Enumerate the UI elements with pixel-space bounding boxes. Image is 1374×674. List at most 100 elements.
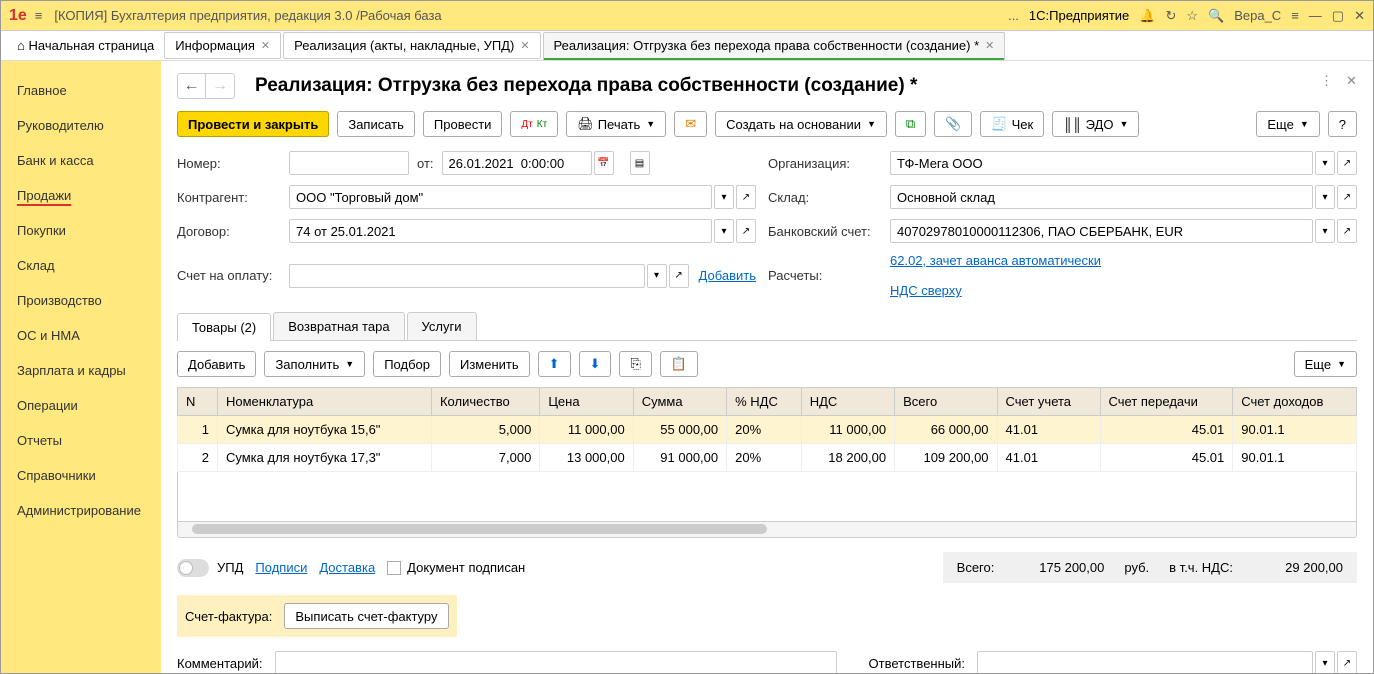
dtkt-button[interactable]: ДтКт — [510, 111, 558, 137]
sidebar-item-reports[interactable]: Отчеты — [1, 423, 161, 458]
calc-link[interactable]: 62.02, зачет аванса автоматически — [890, 253, 1101, 268]
vat-link[interactable]: НДС сверху — [890, 283, 962, 298]
structure-button[interactable]: ⧉ — [895, 111, 926, 137]
nav-back-icon[interactable]: ← — [178, 74, 206, 98]
history-icon[interactable]: ↻ — [1165, 8, 1176, 24]
col-sum[interactable]: Сумма — [633, 388, 726, 416]
calendar-icon[interactable]: 📅 — [594, 151, 614, 175]
sidebar-item-production[interactable]: Производство — [1, 283, 161, 318]
close-tab-icon[interactable]: ✕ — [985, 39, 994, 52]
paste-icon[interactable]: 📋 — [660, 351, 698, 377]
search-icon[interactable]: 🔍 — [1208, 8, 1224, 24]
list-icon[interactable]: ▤ — [630, 151, 650, 175]
contract-field[interactable] — [289, 219, 712, 243]
print-button[interactable]: 🖨Печать▼ — [566, 111, 666, 137]
main-menu-icon[interactable]: ≡ — [35, 8, 43, 23]
doc-signed-checkbox[interactable] — [387, 561, 401, 575]
sidebar-item-sales[interactable]: Продажи — [1, 178, 161, 213]
col-vat[interactable]: НДС — [801, 388, 894, 416]
upd-toggle[interactable] — [177, 559, 209, 577]
sidebar-item-manager[interactable]: Руководителю — [1, 108, 161, 143]
bell-icon[interactable]: 🔔 — [1139, 8, 1155, 24]
sidebar-item-main[interactable]: Главное — [1, 73, 161, 108]
sidebar-item-os[interactable]: ОС и НМА — [1, 318, 161, 353]
post-close-button[interactable]: Провести и закрыть — [177, 111, 329, 137]
warehouse-field[interactable] — [890, 185, 1313, 209]
settings-icon[interactable]: ≡ — [1291, 8, 1299, 23]
attach-button[interactable]: 📎 — [934, 111, 972, 137]
table-more-button[interactable]: Еще▼ — [1294, 351, 1357, 377]
star-icon[interactable]: ☆ — [1186, 8, 1198, 24]
open-icon[interactable]: ↗ — [1337, 185, 1357, 209]
table-pick-button[interactable]: Подбор — [373, 351, 441, 377]
more-button[interactable]: Еще▼ — [1256, 111, 1319, 137]
sidebar-item-catalogs[interactable]: Справочники — [1, 458, 161, 493]
comment-field[interactable] — [275, 651, 837, 673]
write-invoice-button[interactable]: Выписать счет-фактуру — [284, 603, 448, 629]
tab-realizatsiya-doc[interactable]: Реализация: Отгрузка без перехода права … — [543, 32, 1006, 60]
home-tab[interactable]: ⌂ Начальная страница — [7, 34, 164, 57]
dropdown-icon[interactable]: ▾ — [647, 264, 667, 288]
horizontal-scrollbar[interactable] — [177, 522, 1357, 538]
dropdown-icon[interactable]: ▾ — [1315, 151, 1335, 175]
tab-goods[interactable]: Товары (2) — [177, 313, 271, 341]
col-nomenclature[interactable]: Номенклатура — [218, 388, 432, 416]
check-button[interactable]: 🧾Чек — [980, 111, 1044, 137]
col-price[interactable]: Цена — [540, 388, 633, 416]
close-tab-icon[interactable]: ✕ — [261, 39, 270, 52]
post-button[interactable]: Провести — [423, 111, 503, 137]
email-button[interactable]: ✉ — [674, 111, 707, 137]
col-acc[interactable]: Счет учета — [997, 388, 1100, 416]
maximize-icon[interactable]: ▢ — [1332, 8, 1344, 24]
dropdown-icon[interactable]: ▾ — [1315, 185, 1335, 209]
create-based-button[interactable]: Создать на основании▼ — [715, 111, 887, 137]
tab-realizatsiya-list[interactable]: Реализация (акты, накладные, УПД) ✕ — [283, 32, 540, 59]
add-invoice-link[interactable]: Добавить — [699, 268, 756, 283]
tab-information[interactable]: Информация ✕ — [164, 32, 281, 59]
user-label[interactable]: Вера_С — [1234, 8, 1281, 23]
dropdown-icon[interactable]: ▾ — [1315, 651, 1335, 673]
open-icon[interactable]: ↗ — [736, 185, 756, 209]
tab-services[interactable]: Услуги — [407, 312, 477, 340]
minimize-icon[interactable]: — — [1309, 8, 1322, 23]
table-change-button[interactable]: Изменить — [449, 351, 530, 377]
col-n[interactable]: N — [178, 388, 218, 416]
invoice-pay-field[interactable] — [289, 264, 645, 288]
date-field[interactable] — [442, 151, 592, 175]
nav-forward-icon[interactable]: → — [206, 74, 234, 98]
dropdown-icon[interactable]: ▾ — [1315, 219, 1335, 243]
open-icon[interactable]: ↗ — [736, 219, 756, 243]
sidebar-item-admin[interactable]: Администрирование — [1, 493, 161, 528]
dropdown-icon[interactable]: ▾ — [714, 185, 734, 209]
sidebar-item-operations[interactable]: Операции — [1, 388, 161, 423]
save-button[interactable]: Записать — [337, 111, 415, 137]
edo-button[interactable]: ║║ЭДО▼ — [1052, 111, 1139, 137]
bank-field[interactable] — [890, 219, 1313, 243]
delivery-link[interactable]: Доставка — [319, 560, 375, 575]
move-up-icon[interactable]: ⬆ — [538, 351, 571, 377]
sidebar-item-bank[interactable]: Банк и касса — [1, 143, 161, 178]
close-window-icon[interactable]: ✕ — [1354, 8, 1365, 24]
table-add-button[interactable]: Добавить — [177, 351, 256, 377]
org-field[interactable] — [890, 151, 1313, 175]
counterparty-field[interactable] — [289, 185, 712, 209]
move-down-icon[interactable]: ⬇ — [579, 351, 612, 377]
kebab-icon[interactable]: ⋮ — [1320, 73, 1333, 89]
col-total[interactable]: Всего — [895, 388, 997, 416]
col-vatpct[interactable]: % НДС — [727, 388, 802, 416]
table-row[interactable]: 2Сумка для ноутбука 17,3"7,00013 000,009… — [178, 444, 1357, 472]
col-qty[interactable]: Количество — [431, 388, 539, 416]
sidebar-item-warehouse[interactable]: Склад — [1, 248, 161, 283]
table-fill-button[interactable]: Заполнить▼ — [264, 351, 365, 377]
responsible-field[interactable] — [977, 651, 1313, 673]
tab-tare[interactable]: Возвратная тара — [273, 312, 404, 340]
sidebar-item-salary[interactable]: Зарплата и кадры — [1, 353, 161, 388]
help-button[interactable]: ? — [1328, 111, 1357, 137]
open-icon[interactable]: ↗ — [1337, 151, 1357, 175]
close-page-icon[interactable]: ✕ — [1346, 73, 1357, 89]
open-icon[interactable]: ↗ — [1337, 219, 1357, 243]
col-acc-inc[interactable]: Счет доходов — [1233, 388, 1357, 416]
close-tab-icon[interactable]: ✕ — [520, 39, 529, 52]
col-acc-trans[interactable]: Счет передачи — [1100, 388, 1233, 416]
number-field[interactable] — [289, 151, 409, 175]
